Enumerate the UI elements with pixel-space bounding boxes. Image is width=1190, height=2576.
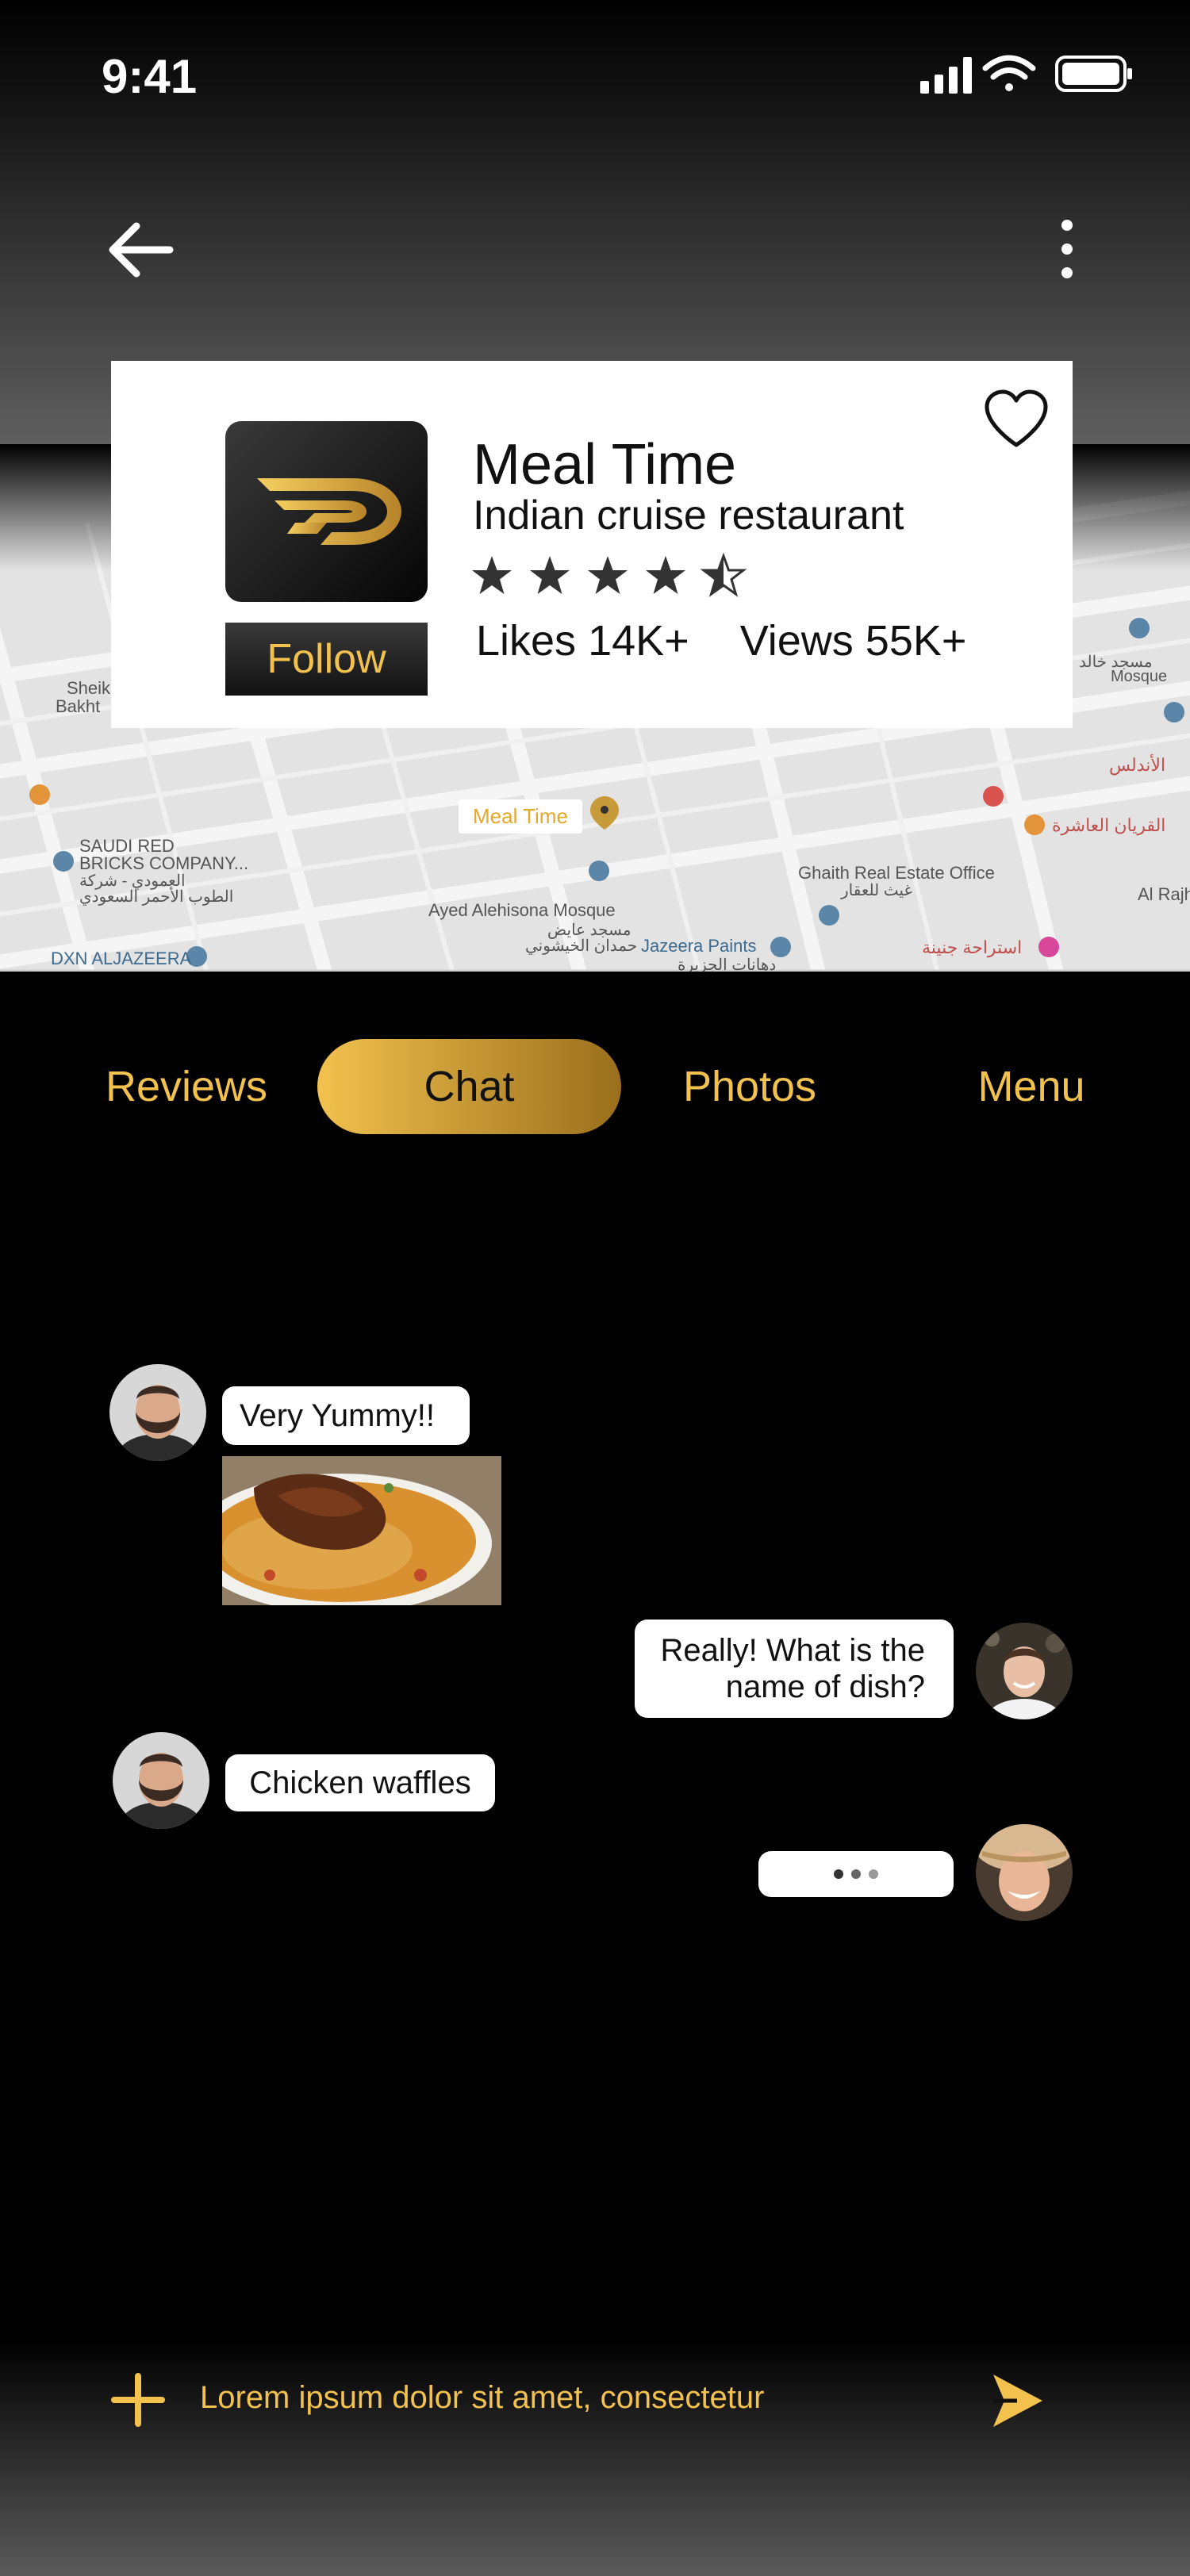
map-label: Al Rajh [1138,884,1190,904]
tab-reviews[interactable]: Reviews [87,1039,286,1134]
star-icon [472,556,512,594]
map-label: DXN ALJAZEERA [51,949,192,968]
bearded-man-avatar-icon [109,1364,206,1461]
send-button[interactable] [990,2371,1046,2430]
message-input[interactable] [200,2370,914,2425]
send-icon [993,2375,1042,2427]
status-time: 9:41 [102,50,198,103]
signal-icon [920,57,972,94]
heart-icon[interactable] [984,389,1049,450]
map-label: الطوب الأحمر السعودي [79,888,234,906]
map-label: حمدان الخيشوني [525,937,638,955]
map-label: دهانات الجزيرة [678,956,777,972]
restaurant-subtitle: Indian cruise restaurant [473,493,904,539]
smiling-man-avatar-icon [976,1623,1073,1719]
restaurant-name: Meal Time [473,433,737,496]
tab-photos[interactable]: Photos [651,1039,849,1134]
message-line: name of dish? [725,1669,925,1704]
typing-indicator [758,1851,954,1897]
chicken-biryani-image [222,1456,501,1605]
star-icon [530,556,570,594]
restaurant-logo [225,421,428,602]
woman-with-hat-avatar-icon [976,1824,1073,1921]
battery-icon [1055,56,1132,92]
views-count: Views 55K+ [739,617,967,665]
map-label: Ayed Alehisona Mosque [428,900,616,920]
map-label: Jazeera Paints [641,936,757,956]
message-line: Really! What is the [660,1633,925,1668]
add-attachment-button[interactable] [109,2371,167,2428]
message-bubble-right: Really! What is the name of dish? [635,1620,954,1718]
restaurant-stats: Likes 14K+ Views 55K+ [476,616,966,665]
tab-chat[interactable]: Chat [317,1039,621,1134]
wifi-icon [982,55,1036,91]
logo-wings-icon [257,478,401,545]
plus-icon [111,2373,165,2427]
map-label: القريان العاشرة [1052,815,1166,835]
map-label: مسجد خالد [1079,654,1153,671]
typing-dots-icon [834,1869,878,1879]
map-label: غيث للعقار [841,882,912,899]
map-label: استراحة جنينة [922,937,1023,957]
avatar[interactable] [976,1623,1073,1719]
likes-count: Likes 14K+ [476,617,689,665]
more-vertical-icon [1061,220,1073,278]
map-pin-icon[interactable] [589,795,620,831]
star-icon [646,556,685,594]
message-bubble: Very Yummy!! [222,1386,470,1445]
more-options-button[interactable] [1039,214,1095,286]
message-bubble: Chicken waffles [225,1754,495,1811]
arrow-left-icon [109,222,174,278]
restaurant-card: Follow Meal Time Indian cruise restauran… [111,361,1073,728]
bearded-man-avatar-icon [113,1732,209,1829]
avatar[interactable] [109,1364,206,1461]
follow-button[interactable]: Follow [225,623,428,696]
back-button[interactable] [103,214,182,286]
tab-menu[interactable]: Menu [936,1039,1127,1134]
rating-stars [472,554,745,596]
star-icon [588,556,628,594]
map-pin-label[interactable]: Meal Time [459,799,582,834]
half-star-icon [702,554,745,596]
avatar[interactable] [976,1824,1073,1921]
avatar[interactable] [113,1732,209,1829]
status-icons [920,55,1132,94]
food-photo[interactable] [222,1456,501,1605]
map-label: الأندلس [1109,755,1166,775]
map-label: Bakht [56,696,101,716]
